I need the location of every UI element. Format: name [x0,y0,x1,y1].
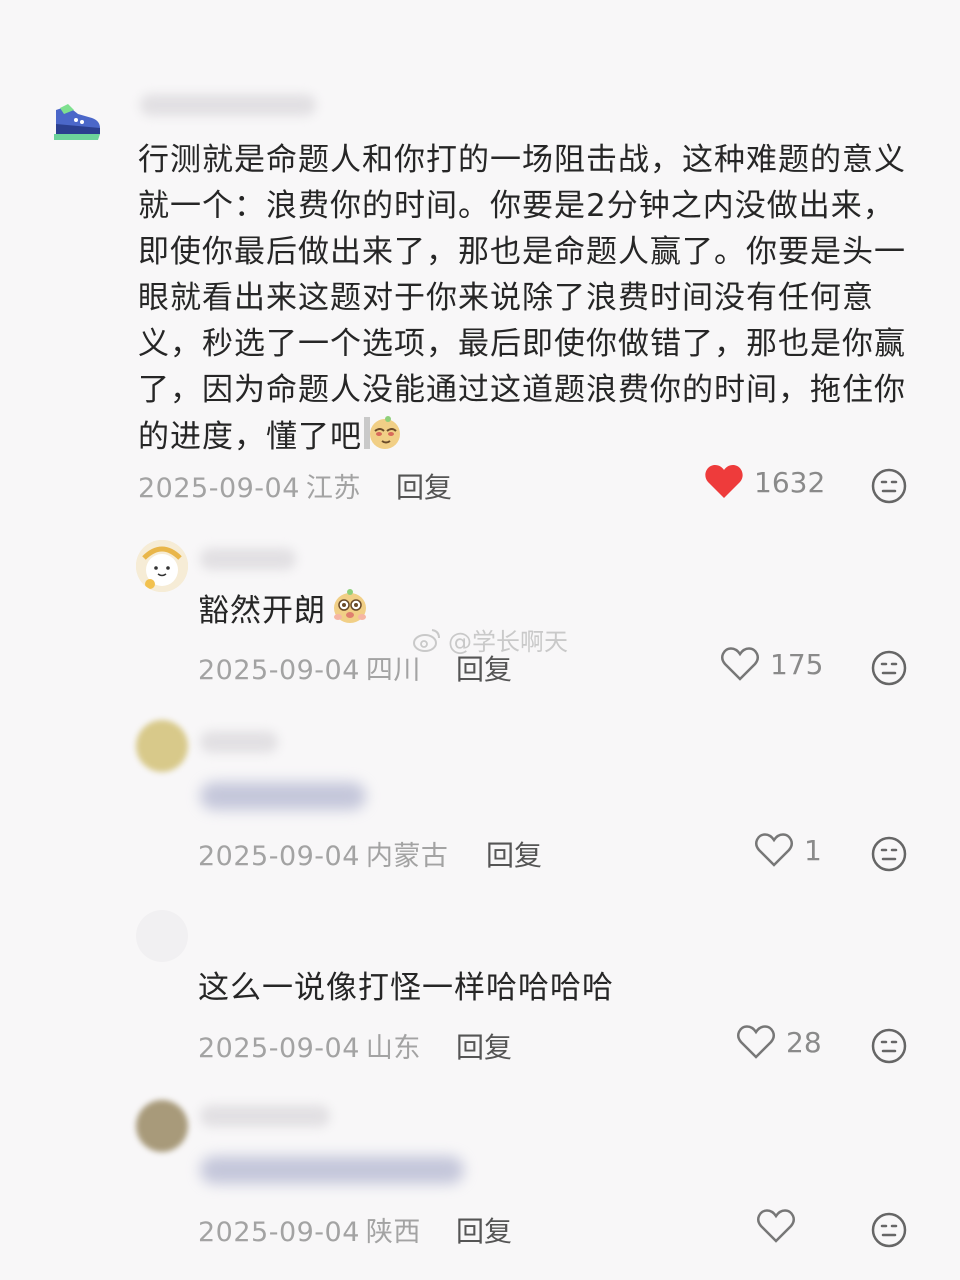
heart-icon [755,833,793,867]
comment-location: 内蒙古 [365,841,449,872]
comment-text-blurred [200,1156,464,1184]
watermark: @学长啊天 [412,622,568,657]
blank-avatar[interactable] [136,910,188,962]
watermark-text: @学长啊天 [448,628,568,656]
username-blurred[interactable] [200,1105,330,1127]
like-button[interactable]: 175 [720,646,823,682]
blurred-avatar[interactable] [136,1100,188,1152]
like-count: 1 [804,833,822,867]
like-button[interactable]: 28 [736,1024,822,1060]
comment-location: 陕西 [365,1217,421,1248]
username-blurred[interactable] [200,548,296,570]
comment-text: 这么一说像打怪一样哈哈哈哈 [198,965,798,1011]
sneaker-icon [54,104,100,140]
face-icon[interactable] [870,1027,908,1065]
heart-icon [757,1209,795,1243]
comment-location: 江苏 [305,473,361,504]
comment-text: 行测就是命题人和你打的一场阻击战，这种难题的意义就一个：浪费你的时间。你要是2分… [138,137,918,464]
face-icon[interactable] [870,649,908,687]
comment-location: 四川 [365,655,421,686]
face-icon[interactable] [870,835,908,873]
heart-icon [705,465,743,498]
heart-icon [737,1025,775,1059]
like-button[interactable] [756,1208,796,1244]
weibo-icon [413,628,440,652]
comment-date: 2025-09-04 [198,655,360,686]
reply-button[interactable]: 回复 [456,1026,512,1066]
reply-button[interactable]: 回复 [486,834,542,874]
bear-avatar[interactable] [136,540,188,592]
avatar[interactable] [48,96,104,152]
comment-text-blurred [200,782,366,810]
comment-date: 2025-09-04 [198,1033,360,1064]
comment-body: 豁然开朗 [198,593,326,629]
comment-meta: 2025-09-04 内蒙古 [198,834,448,873]
comment-location: 山东 [365,1033,421,1064]
comment-meta: 2025-09-04 陕西 [198,1210,421,1249]
comment-meta: 2025-09-04 江苏 [138,466,361,505]
comment-date: 2025-09-04 [138,473,300,504]
blurred-avatar[interactable] [136,720,188,772]
like-count: 28 [786,1025,822,1059]
face-icon[interactable] [870,467,908,505]
comment-date: 2025-09-04 [198,1217,360,1248]
comment-body: 这么一说像打怪一样哈哈哈哈 [198,970,614,1006]
smirk-emoji-icon [362,413,402,464]
username-blurred[interactable] [140,94,316,116]
face-icon[interactable] [870,1211,908,1249]
comment-date: 2025-09-04 [198,841,360,872]
comment-meta: 2025-09-04 四川 [198,648,421,687]
reply-button[interactable]: 回复 [396,466,452,506]
comment-meta: 2025-09-04 山东 [198,1026,421,1065]
heart-icon [721,647,759,681]
reply-button[interactable]: 回复 [456,1210,512,1250]
like-count: 175 [770,647,824,681]
comment-body: 行测就是命题人和你打的一场阻击战，这种难题的意义就一个：浪费你的时间。你要是2分… [138,142,906,455]
like-button[interactable]: 1632 [704,464,825,500]
hamster-emoji-icon [330,587,370,638]
like-button[interactable]: 1 [754,832,822,868]
username-blurred[interactable] [200,731,278,753]
like-count: 1632 [754,465,826,499]
